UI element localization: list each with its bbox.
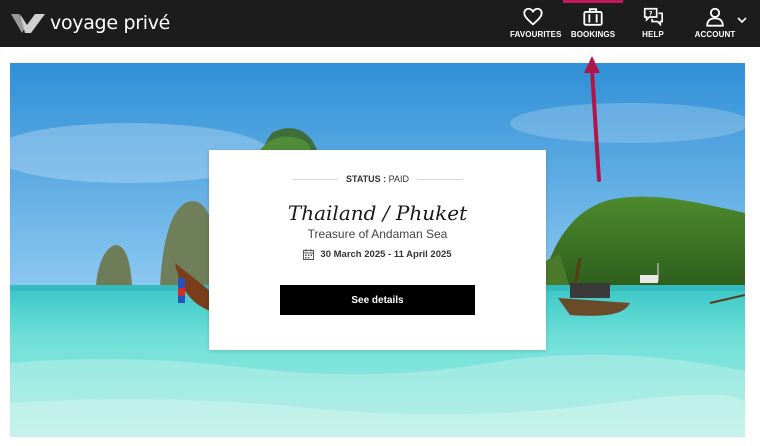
trip-subtitle: Treasure of Andaman Sea bbox=[307, 227, 448, 241]
help-chat-icon: ? bbox=[643, 7, 663, 27]
svg-text:?: ? bbox=[649, 10, 653, 18]
divider-left bbox=[292, 178, 338, 180]
brand-name: voyage privé bbox=[50, 12, 171, 34]
nav-favourites-label: FAVOURITES bbox=[510, 30, 562, 39]
nav-bookings[interactable]: BOOKINGS bbox=[563, 0, 623, 47]
nav-account[interactable]: ACCOUNT bbox=[690, 0, 740, 47]
trip-dates-text: 30 March 2025 - 11 April 2025 bbox=[320, 249, 452, 260]
top-navigation-bar: voyage privé FAVOURITES BOOKINGS ? HELP … bbox=[0, 0, 760, 47]
nav-account-label: ACCOUNT bbox=[694, 30, 736, 39]
heart-icon bbox=[523, 7, 543, 26]
user-icon bbox=[706, 7, 724, 27]
brand-logo[interactable]: voyage privé bbox=[10, 10, 170, 36]
see-details-button[interactable]: See details bbox=[280, 285, 475, 315]
nav-favourites[interactable]: FAVOURITES bbox=[510, 0, 562, 47]
annotation-arrow bbox=[584, 56, 601, 182]
calendar-icon bbox=[303, 249, 315, 260]
status-label: STATUS : bbox=[345, 174, 387, 184]
chevron-down-icon[interactable] bbox=[736, 14, 748, 26]
booking-card: STATUS : PAID Thailand / Phuket Treasure… bbox=[209, 150, 546, 350]
trip-dates: 30 March 2025 - 11 April 2025 bbox=[209, 249, 546, 260]
suitcase-icon bbox=[583, 8, 603, 26]
booking-status: STATUS : PAID bbox=[292, 172, 463, 186]
nav-bookings-label: BOOKINGS bbox=[570, 30, 616, 39]
divider-right bbox=[417, 178, 463, 180]
nav-help[interactable]: ? HELP bbox=[633, 0, 673, 47]
status-value: PAID bbox=[388, 174, 410, 184]
nav-help-label: HELP bbox=[642, 30, 664, 39]
trip-title: Thailand / Phuket bbox=[287, 201, 468, 225]
logo-mark-icon bbox=[11, 14, 45, 33]
